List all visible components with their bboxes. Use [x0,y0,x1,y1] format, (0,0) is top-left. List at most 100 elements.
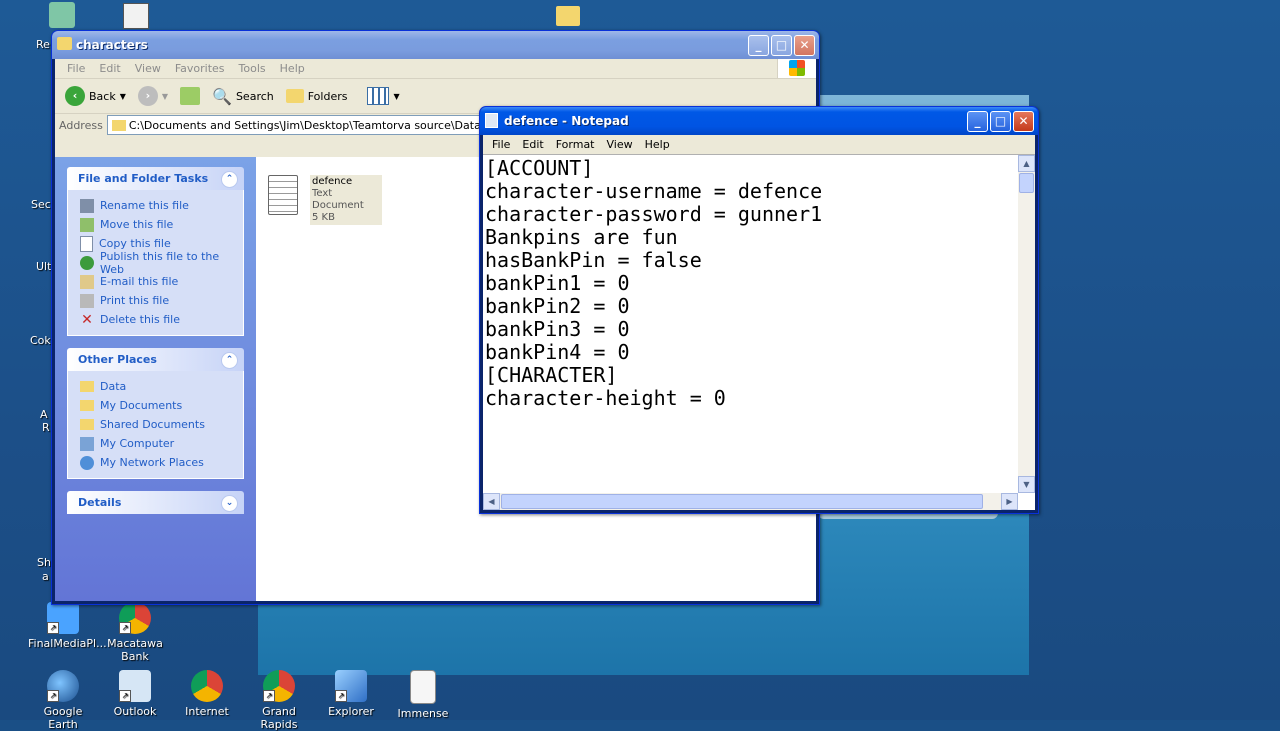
folders-label: Folders [307,89,348,103]
task-move[interactable]: Move this file [80,215,243,234]
place-label: My Documents [100,399,183,412]
notepad-window[interactable]: defence - Notepad _ □ ✕ File Edit Format… [479,106,1039,514]
desktop-shortcut-google-earth[interactable]: ↗ Google Earth [28,670,98,731]
minimize-button[interactable]: _ [967,111,988,132]
scroll-down-icon[interactable]: ▼ [1018,476,1035,493]
text-line: bankPin3 = 0 [485,317,630,341]
text-line: hasBankPin = false [485,248,702,272]
expand-icon[interactable]: ⌄ [221,495,238,512]
place-my-computer[interactable]: My Computer [80,434,243,453]
vertical-scroll-thumb[interactable] [1019,173,1034,193]
desktop-shortcut-explorer[interactable]: ↗ Explorer [316,670,386,718]
place-shared-documents[interactable]: Shared Documents [80,415,243,434]
edge-label: Re [36,38,50,51]
recycle-bin-icon[interactable] [49,2,75,28]
shared-folder-icon [80,419,94,430]
scroll-left-icon[interactable]: ◀ [483,493,500,510]
views-button[interactable]: ▼ [363,85,403,107]
minimize-button[interactable]: _ [748,35,769,56]
search-button[interactable]: 🔍 Search [208,85,278,108]
close-button[interactable]: ✕ [1013,111,1034,132]
folders-button[interactable]: Folders [282,87,352,105]
desktop-shortcut-macatawa-bank[interactable]: ↗ Macatawa Bank [100,602,170,663]
folder-icon[interactable] [556,6,580,26]
close-button[interactable]: ✕ [794,35,815,56]
task-print[interactable]: Print this file [80,291,243,310]
maximize-button[interactable]: □ [990,111,1011,132]
scroll-up-icon[interactable]: ▲ [1018,155,1035,172]
search-label: Search [235,89,274,103]
forward-button[interactable]: › ▼ [134,84,172,108]
place-label: My Network Places [100,456,204,469]
media-player-icon: ↗ [47,602,79,634]
chrome-icon: ↗ [263,670,295,702]
task-rename[interactable]: Rename this file [80,196,243,215]
explorer-titlebar[interactable]: characters _ □ ✕ [52,31,819,59]
file-name: defence [312,176,353,187]
desktop-shortcut-label: Immense [397,707,449,720]
file-item-defence[interactable]: defence Text Document 5 KB [268,175,382,225]
collapse-icon[interactable]: ⌃ [221,352,238,369]
place-my-documents[interactable]: My Documents [80,396,243,415]
edge-label: a [42,570,49,583]
scroll-right-icon[interactable]: ▶ [1001,493,1018,510]
globe-icon [80,255,94,270]
menu-view[interactable]: View [129,62,169,75]
desktop-shortcut-label: Google Earth [43,705,83,731]
desktop-shortcut-label: Explorer [328,705,374,718]
windows-logo-icon [777,59,816,78]
outlook-icon: ↗ [119,670,151,702]
horizontal-scrollbar[interactable]: ◀ ▶ [483,493,1018,510]
notepad-titlebar[interactable]: defence - Notepad _ □ ✕ [480,107,1038,135]
notepad-text-area[interactable]: [ACCOUNT] character-username = defence cha… [485,157,1017,492]
desktop-shortcut-outlook[interactable]: ↗ Outlook [100,670,170,718]
edge-label: Ult [36,260,52,273]
desktop-shortcut-grand-rapids[interactable]: ↗ Grand Rapids [244,670,314,731]
up-folder-button[interactable] [176,85,204,107]
desktop-shortcut-label: Grand Rapids [260,705,298,731]
other-places-header[interactable]: Other Places ⌃ [67,348,244,371]
chevron-down-icon[interactable]: ▼ [120,92,126,101]
back-button[interactable]: ‹ Back ▼ [61,84,130,108]
desktop-shortcut-immense[interactable]: Immense [388,670,458,720]
task-label: Copy this file [99,237,171,250]
chevron-down-icon[interactable]: ▼ [393,92,399,101]
menu-edit[interactable]: Edit [516,138,549,151]
menu-help[interactable]: Help [639,138,676,151]
menu-help[interactable]: Help [274,62,313,75]
file-folder-tasks-panel: File and Folder Tasks ⌃ Rename this file… [67,167,244,336]
up-folder-icon [180,87,201,105]
desktop-shortcut-internet[interactable]: Internet [172,670,242,718]
file-folder-tasks-header[interactable]: File and Folder Tasks ⌃ [67,167,244,190]
maximize-button[interactable]: □ [771,35,792,56]
menu-edit[interactable]: Edit [93,62,128,75]
task-publish[interactable]: Publish this file to the Web [80,250,243,276]
desktop-shortcut-label: Internet [185,705,229,718]
file-size: 5 KB [312,212,335,223]
rename-icon [80,198,94,213]
views-icon [367,87,390,105]
place-my-network-places[interactable]: My Network Places [80,453,243,472]
menu-view[interactable]: View [601,138,639,151]
menu-tools[interactable]: Tools [233,62,274,75]
task-delete[interactable]: ✕ Delete this file [80,310,243,329]
task-label: Publish this file to the Web [100,249,220,276]
task-pane: File and Folder Tasks ⌃ Rename this file… [55,157,256,601]
menu-favorites[interactable]: Favorites [169,62,233,75]
menu-file[interactable]: File [61,62,93,75]
desktop-shortcut-finalmediaplayer[interactable]: ↗ FinalMediaPl... [28,602,107,650]
chevron-down-icon[interactable]: ▼ [162,92,168,101]
notepad-icon [485,113,498,128]
place-data[interactable]: Data [80,377,243,396]
details-header[interactable]: Details ⌄ [67,491,244,514]
menu-file[interactable]: File [486,138,516,151]
horizontal-scroll-thumb[interactable] [501,494,983,509]
collapse-icon[interactable]: ⌃ [221,171,238,188]
text-line: [CHARACTER] [485,363,618,387]
document-icon[interactable] [123,3,149,29]
vertical-scrollbar[interactable]: ▲ ▼ [1018,155,1035,493]
menu-format[interactable]: Format [550,138,601,151]
text-line: bankPin2 = 0 [485,294,630,318]
search-icon: 🔍 [212,86,232,106]
chrome-icon [191,670,223,702]
